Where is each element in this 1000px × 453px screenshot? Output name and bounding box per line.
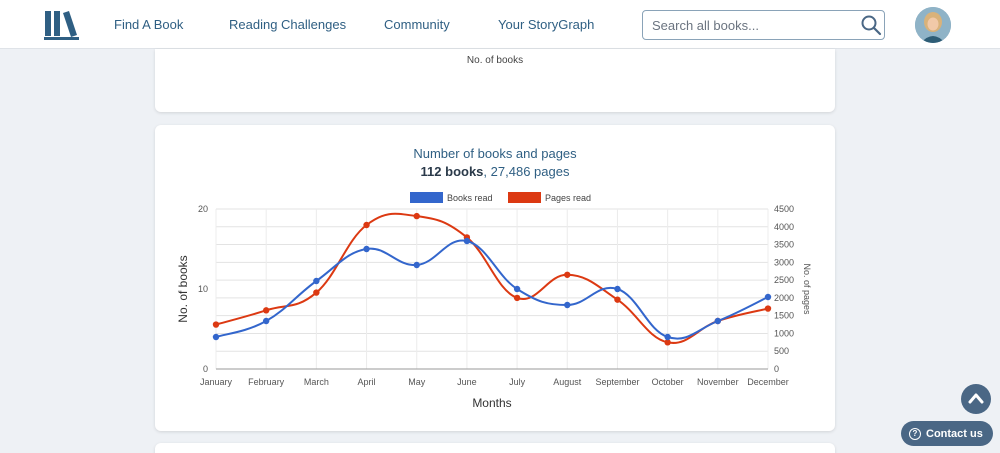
- data-point: [513, 285, 521, 293]
- y2-tick-label: 1000: [774, 328, 794, 338]
- x-tick-label: January: [200, 377, 233, 387]
- data-point: [564, 301, 571, 309]
- y2-tick-label: 2500: [774, 275, 794, 285]
- data-point: [313, 277, 320, 285]
- x-tick-label: May: [408, 377, 426, 387]
- chevron-up-icon: [968, 393, 984, 404]
- data-point: [262, 317, 270, 325]
- data-point: [413, 212, 420, 220]
- y2-tick-label: 2000: [774, 293, 794, 303]
- x-tick-label: April: [358, 377, 376, 387]
- data-point: [313, 289, 320, 296]
- x-tick-label: November: [697, 377, 739, 387]
- x-tick-label: June: [457, 377, 477, 387]
- legend-swatch: [410, 192, 443, 203]
- x-tick-label: February: [248, 377, 285, 387]
- data-point: [614, 285, 621, 293]
- search-icon[interactable]: [860, 14, 882, 36]
- x-tick-label: March: [304, 377, 329, 387]
- contact-us-button[interactable]: ? Contact us: [901, 421, 993, 446]
- axis-caption: No. of books: [466, 55, 524, 66]
- data-point: [513, 294, 521, 302]
- nav-community[interactable]: Community: [384, 17, 450, 32]
- x-tick-label: July: [509, 377, 526, 387]
- data-point: [764, 293, 772, 301]
- y2-tick-label: 1500: [774, 311, 794, 321]
- data-point: [363, 221, 370, 229]
- series-line-pages-read: [215, 212, 769, 344]
- x-axis-title: Months: [472, 396, 511, 410]
- y2-axis-title: No. of pages: [802, 263, 812, 315]
- series-line-books-read: [215, 239, 769, 340]
- legend-label: Books read: [447, 193, 493, 203]
- contact-us-label: Contact us: [926, 427, 983, 440]
- data-point: [714, 317, 722, 325]
- y2-tick-label: 4500: [774, 204, 794, 214]
- y2-tick-label: 0: [774, 364, 779, 374]
- data-point: [212, 333, 220, 341]
- search-box: [642, 10, 885, 40]
- y-tick-label: 10: [198, 284, 208, 294]
- data-point: [664, 333, 671, 341]
- next-chart-card: [155, 443, 835, 453]
- data-point: [463, 237, 471, 245]
- y-tick-label: 0: [203, 364, 208, 374]
- books-pages-chart-card: Number of books and pages 112 books, 27,…: [155, 125, 835, 431]
- y-axis-title: No. of books: [176, 255, 190, 322]
- x-tick-label: September: [595, 377, 639, 387]
- legend-label: Pages read: [545, 193, 591, 203]
- user-avatar[interactable]: [915, 7, 951, 43]
- nav-find-a-book[interactable]: Find A Book: [114, 17, 183, 32]
- top-navigation-bar: Find A Book Reading Challenges Community…: [0, 0, 1000, 49]
- x-tick-label: October: [652, 377, 684, 387]
- search-input[interactable]: [643, 11, 843, 39]
- storygraph-logo-icon[interactable]: [44, 9, 80, 41]
- avatar-image-icon: [915, 7, 951, 43]
- previous-chart-card: No. of books: [155, 49, 835, 112]
- x-tick-label: December: [747, 377, 789, 387]
- data-point: [764, 305, 772, 312]
- books-pages-line-chart: 0 10 20 0 500 1000 1500 2000 2500 3000 3500 4000 450…: [176, 192, 812, 410]
- scroll-to-top-button[interactable]: [961, 384, 991, 414]
- y2-tick-label: 3500: [774, 240, 794, 250]
- data-point: [564, 271, 571, 278]
- data-point: [363, 245, 370, 253]
- nav-reading-challenges[interactable]: Reading Challenges: [229, 17, 346, 32]
- data-point: [614, 296, 621, 303]
- data-point: [413, 261, 420, 269]
- x-tick-label: August: [553, 377, 582, 387]
- data-point: [212, 321, 220, 328]
- nav-your-storygraph[interactable]: Your StoryGraph: [498, 17, 594, 32]
- legend-swatch: [508, 192, 541, 203]
- y2-tick-label: 4000: [774, 222, 794, 232]
- y2-tick-label: 3000: [774, 257, 794, 267]
- help-icon: ?: [909, 427, 921, 440]
- y-tick-label: 20: [198, 204, 208, 214]
- data-point: [262, 307, 270, 314]
- y2-tick-label: 500: [774, 346, 789, 356]
